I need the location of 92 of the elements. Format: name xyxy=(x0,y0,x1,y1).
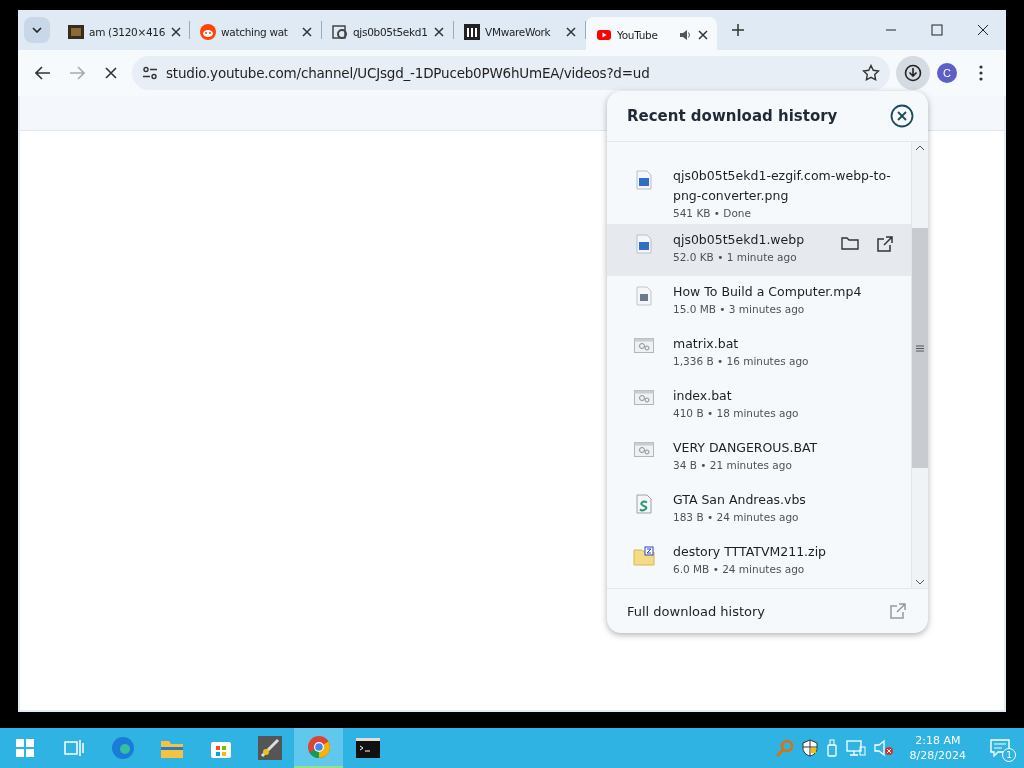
play-logo-icon xyxy=(596,27,612,43)
download-item[interactable]: VERY DANGEROUS.BAT 34 B • 21 minutes ago xyxy=(607,432,911,484)
tab-search-button[interactable] xyxy=(24,17,50,43)
browser-tab[interactable]: qjs0b05t5ekd1 xyxy=(322,17,453,47)
file-details: 34 B • 21 minutes ago xyxy=(673,458,793,472)
terminal-icon xyxy=(355,738,380,758)
download-item[interactable]: index.bat 410 B • 18 minutes ago xyxy=(607,380,911,432)
windows-logo-icon xyxy=(15,739,34,757)
site-settings-icon[interactable] xyxy=(142,66,158,80)
close-icon xyxy=(977,24,989,36)
script-file-icon xyxy=(636,494,652,514)
open-external-icon[interactable] xyxy=(877,236,893,252)
close-icon xyxy=(105,67,117,79)
gear-window-icon xyxy=(634,442,654,458)
clock-date: 8/28/2024 xyxy=(909,748,966,763)
browser-tab[interactable]: am (3120×416 xyxy=(58,17,189,47)
download-item[interactable]: qjs0b05t5ekd1-ezgif.com-webp-to-png-converter.png 541 KB • Done xyxy=(607,160,911,224)
image-file-icon xyxy=(636,234,652,254)
task-view-icon xyxy=(63,739,84,757)
chrome-logo-icon xyxy=(306,735,331,759)
address-bar[interactable]: studio.youtube.com/channel/UCJsgd_-1DPuceb0PW6hUmEA/videos?d=ud xyxy=(132,56,890,90)
file-details: 15.0 MB • 3 minutes ago xyxy=(673,302,806,316)
app-icon xyxy=(257,736,282,760)
download-item[interactable]: GTA San Andreas.vbs 183 B • 24 minutes ago xyxy=(607,484,911,536)
clock-time: 2:18 AM xyxy=(915,733,961,748)
file-name: qjs0b05t5ekd1-ezgif.com-webp-to-png-converter.png xyxy=(673,167,892,205)
muted-speaker-icon[interactable] xyxy=(873,739,894,757)
close-button[interactable] xyxy=(890,104,914,128)
url-text: studio.youtube.com/channel/UCJsgd_-1DPuceb0PW6hUmEA/videos?d=ud xyxy=(166,65,651,81)
notification-count: 1 xyxy=(1002,748,1016,762)
file-name: qjs0b05t5ekd1.webp xyxy=(673,231,806,249)
close-circle-icon xyxy=(890,104,914,128)
file-details: 1,336 B • 16 minutes ago xyxy=(673,354,810,368)
file-name: index.bat xyxy=(673,387,733,405)
download-icon xyxy=(904,64,922,82)
alien-logo-icon xyxy=(200,24,216,40)
footer-label: Full download history xyxy=(627,603,766,619)
browser-logo-icon xyxy=(110,736,135,760)
maximize-icon xyxy=(931,24,943,36)
notification-icon[interactable] xyxy=(990,739,1010,757)
caret-icon xyxy=(32,27,42,33)
download-item[interactable]: matrix.bat 1,336 B • 16 minutes ago xyxy=(607,328,911,380)
menu-icon xyxy=(979,65,983,81)
file-name: GTA San Andreas.vbs xyxy=(673,491,807,509)
file-name: VERY DANGEROUS.BAT xyxy=(673,439,819,457)
file-details: 541 KB • Done xyxy=(673,206,752,220)
back-arrow-icon xyxy=(35,66,51,80)
full-history-link[interactable]: Full download history xyxy=(607,588,928,633)
close-icon[interactable] xyxy=(170,26,183,38)
building-icon xyxy=(464,24,480,40)
tab-title: watching wat xyxy=(221,26,289,38)
file-details: 410 B • 18 minutes ago xyxy=(673,406,800,420)
image-file-icon xyxy=(636,170,652,190)
gear-window-icon xyxy=(634,390,654,406)
scrollbar[interactable] xyxy=(911,142,928,588)
browser-tab[interactable]: watching wat xyxy=(190,17,321,47)
tab-title: VMwareWork xyxy=(485,26,552,38)
file-name: How To Build a Computer.mp4 xyxy=(673,283,863,301)
image-thumbnail-icon xyxy=(68,24,84,40)
browser-tab[interactable]: YouTube xyxy=(586,17,717,53)
close-icon[interactable] xyxy=(565,26,577,38)
usb-drive-icon[interactable] xyxy=(825,739,838,757)
file-details: 52.0 KB • 1 minute ago xyxy=(673,250,798,264)
open-external-icon xyxy=(890,603,906,619)
download-item[interactable]: qjs0b05t5ekd1.webp 52.0 KB • 1 minute ago xyxy=(607,224,911,276)
tab-title: qjs0b05t5ekd1 xyxy=(353,26,428,38)
download-item[interactable]: How To Build a Computer.mp4 15.0 MB • 3 minutes ago xyxy=(607,276,911,328)
star-icon[interactable] xyxy=(862,64,880,82)
forward-arrow-icon xyxy=(69,66,85,80)
zip-folder-icon xyxy=(633,546,655,566)
video-file-icon xyxy=(636,286,652,306)
profile-button[interactable]: C xyxy=(930,56,964,90)
new-tab-icon[interactable] xyxy=(731,23,745,37)
close-icon[interactable] xyxy=(301,26,313,38)
tab-title: am (3120×416 xyxy=(89,26,166,38)
scrollbar-thumb[interactable] xyxy=(912,228,928,468)
file-name: matrix.bat xyxy=(673,335,740,353)
network-icon[interactable] xyxy=(845,739,866,757)
tab-title: YouTube xyxy=(617,29,659,41)
downloads-button[interactable] xyxy=(896,56,930,90)
folder-icon[interactable] xyxy=(841,236,859,250)
gear-window-icon xyxy=(634,338,654,354)
close-icon[interactable] xyxy=(697,29,709,41)
file-details: 183 B • 24 minutes ago xyxy=(673,510,800,524)
panel-title: Recent download history xyxy=(627,107,838,125)
grip-icon xyxy=(916,344,924,352)
file-details: 6.0 MB • 24 minutes ago xyxy=(673,562,806,576)
browser-tab[interactable]: VMwareWork xyxy=(454,17,585,47)
download-item[interactable]: destory TTTATVM211.zip 6.0 MB • 24 minutes ago xyxy=(607,536,911,588)
shield-icon[interactable] xyxy=(801,739,818,757)
file-name: destory TTTATVM211.zip xyxy=(673,543,828,561)
close-icon[interactable] xyxy=(433,26,445,38)
